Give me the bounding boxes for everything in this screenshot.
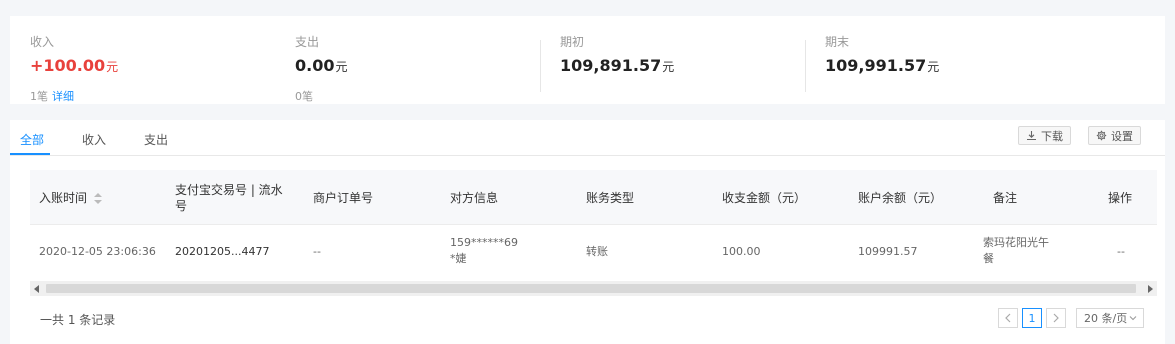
- income-label: 收入: [30, 35, 55, 49]
- income-detail-link[interactable]: 详细: [52, 90, 74, 103]
- closing-amount: 109,991.57: [825, 56, 927, 75]
- opening-label: 期初: [560, 35, 585, 49]
- page-number-button[interactable]: 1: [1022, 308, 1042, 328]
- income-count-row: 1笔 详细: [30, 88, 74, 104]
- opening-unit: 元: [662, 60, 675, 74]
- closing-value: 109,991.57元: [825, 56, 939, 75]
- settings-button[interactable]: 设置: [1088, 126, 1141, 145]
- download-button[interactable]: 下载: [1018, 126, 1071, 145]
- page-size-select[interactable]: 20 条/页: [1076, 308, 1144, 328]
- income-value: +100.00元: [30, 56, 118, 75]
- col-counterparty: 对方信息: [450, 191, 499, 205]
- col-balance: 账户余额（元）: [858, 191, 943, 205]
- scroll-left-arrow-icon[interactable]: [34, 285, 39, 293]
- gear-icon: [1096, 130, 1107, 141]
- table-header: 入账时间 支付宝交易号 | 流水 号 商户订单号 对方信息 账务类型 收支金额（…: [30, 170, 1157, 225]
- income-unit: 元: [106, 60, 119, 74]
- cell-alipay-no: 20201205...4477: [175, 245, 270, 258]
- page-size-value: 20 条/页: [1084, 312, 1128, 325]
- total-records: 一共 1 条记录: [40, 313, 116, 327]
- cell-counterparty-name: *婕: [450, 252, 467, 265]
- horizontal-scrollbar[interactable]: [30, 281, 1157, 296]
- cell-counterparty-account: 159******69: [450, 236, 518, 249]
- scroll-right-arrow-icon[interactable]: [1148, 285, 1153, 293]
- col-merchant-order: 商户订单号: [313, 191, 374, 205]
- col-alipay-no-line1: 支付宝交易号 | 流水: [175, 183, 283, 197]
- col-time[interactable]: 入账时间: [39, 190, 103, 206]
- expense-unit: 元: [335, 60, 348, 74]
- income-amount: +100.00: [30, 56, 106, 75]
- cell-action: --: [1117, 245, 1125, 258]
- expense-count: 0笔: [295, 90, 313, 103]
- cell-time: 2020-12-05 23:06:36: [39, 245, 156, 258]
- download-icon: [1027, 131, 1036, 141]
- cell-remark-line1: 索玛花阳光午: [983, 236, 1049, 249]
- cell-balance: 109991.57: [858, 245, 918, 258]
- prev-page-button[interactable]: [998, 308, 1018, 328]
- col-account-type: 账务类型: [586, 191, 635, 205]
- expense-label: 支出: [295, 35, 320, 49]
- summary-card: 收入 +100.00元 1笔 详细 支出 0.00元 0笔 期初 109,891.…: [10, 16, 1165, 104]
- col-alipay-no-line2: 号: [175, 199, 188, 213]
- closing-unit: 元: [927, 60, 940, 74]
- opening-amount: 109,891.57: [560, 56, 662, 75]
- income-count: 1笔: [30, 90, 48, 103]
- active-tab-indicator: [10, 153, 50, 155]
- cell-amount: 100.00: [722, 245, 761, 258]
- chevron-down-icon: [1129, 316, 1137, 321]
- expense-amount: 0.00: [295, 56, 335, 75]
- tab-expense[interactable]: 支出: [144, 131, 168, 148]
- transactions-table: 入账时间 支付宝交易号 | 流水 号 商户订单号 对方信息 账务类型 收支金额（…: [30, 170, 1157, 280]
- cell-remark-line2: 餐: [983, 252, 994, 265]
- col-alipay-no: 支付宝交易号 | 流水 号: [175, 182, 295, 214]
- divider: [540, 40, 541, 92]
- opening-value: 109,891.57元: [560, 56, 674, 75]
- closing-label: 期末: [825, 35, 850, 49]
- download-label: 下载: [1041, 129, 1063, 143]
- tab-income[interactable]: 收入: [82, 131, 106, 148]
- scrollbar-thumb[interactable]: [46, 284, 1136, 293]
- expense-value: 0.00元: [295, 56, 348, 75]
- col-time-label: 入账时间: [39, 191, 88, 205]
- col-action: 操作: [1108, 191, 1133, 205]
- transactions-panel: 全部 收入 支出 下载 设置 入账时间 支付宝交易号 | 流水 号 商户订单号 …: [10, 120, 1165, 344]
- cell-remark: 索玛花阳光午 餐: [983, 235, 1083, 267]
- cell-counterparty: 159******69 *婕: [450, 235, 518, 267]
- cell-account-type: 转账: [586, 245, 608, 258]
- cell-merchant-order: --: [313, 245, 321, 258]
- tab-all[interactable]: 全部: [20, 131, 44, 148]
- sort-icon[interactable]: [94, 192, 103, 205]
- divider: [805, 40, 806, 92]
- col-amount: 收支金额（元）: [722, 191, 807, 205]
- chevron-left-icon: [1005, 313, 1011, 323]
- table-row: 2020-12-05 23:06:36 20201205...4477 -- 1…: [30, 225, 1157, 278]
- next-page-button[interactable]: [1046, 308, 1066, 328]
- tab-bar: 全部 收入 支出 下载 设置: [10, 120, 1165, 156]
- chevron-right-icon: [1053, 313, 1059, 323]
- settings-label: 设置: [1111, 129, 1133, 143]
- col-remark: 备注: [993, 191, 1018, 205]
